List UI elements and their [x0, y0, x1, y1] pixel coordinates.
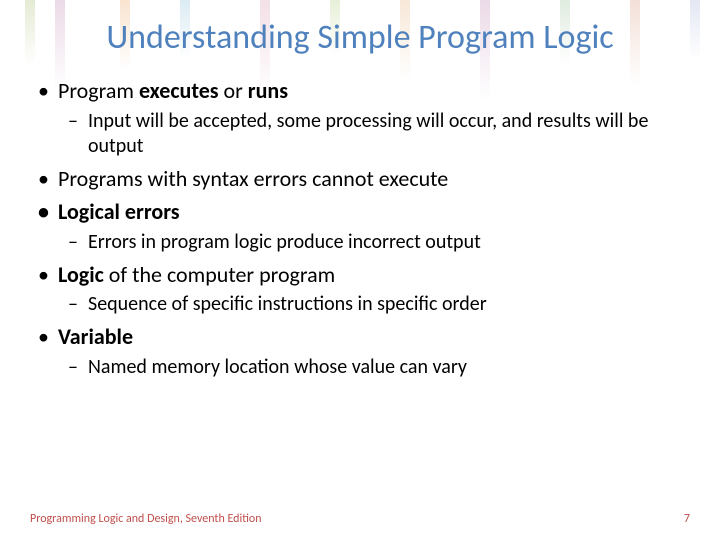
bullet-4-sub: Sequence of specific instructions in spe… — [58, 292, 690, 317]
bullet-3: Logical errors Errors in program logic p… — [30, 198, 690, 255]
bullet-3-sub: Errors in program logic produce incorrec… — [58, 230, 690, 255]
bullet-5-text: Variable — [58, 323, 133, 350]
bullet-1-sub: Input will be accepted, some processing … — [58, 109, 690, 159]
bullet-4-rest: of the computer program — [104, 261, 335, 288]
slide-title: Understanding Simple Program Logic — [0, 0, 720, 69]
bullet-1-text-pre: Program — [58, 77, 139, 104]
bullet-4: Logic of the computer program Sequence o… — [30, 261, 690, 318]
bullet-1-bold-executes: executes — [139, 77, 219, 104]
slide-content: Program executes or runs Input will be a… — [0, 69, 720, 380]
bullet-5-sub: Named memory location whose value can va… — [58, 355, 690, 380]
bullet-5: Variable Named memory location whose val… — [30, 323, 690, 380]
bullet-1-text-mid: or — [219, 77, 248, 104]
bullet-2: Programs with syntax errors cannot execu… — [30, 165, 690, 193]
footer-page-number: 7 — [684, 512, 690, 526]
footer-source: Programming Logic and Design, Seventh Ed… — [30, 512, 262, 526]
slide-footer: Programming Logic and Design, Seventh Ed… — [0, 512, 720, 526]
bullet-1-bold-runs: runs — [248, 77, 288, 104]
bullet-3-text: Logical errors — [58, 198, 180, 225]
bullet-1: Program executes or runs Input will be a… — [30, 77, 690, 159]
bullet-4-bold: Logic — [58, 261, 104, 288]
